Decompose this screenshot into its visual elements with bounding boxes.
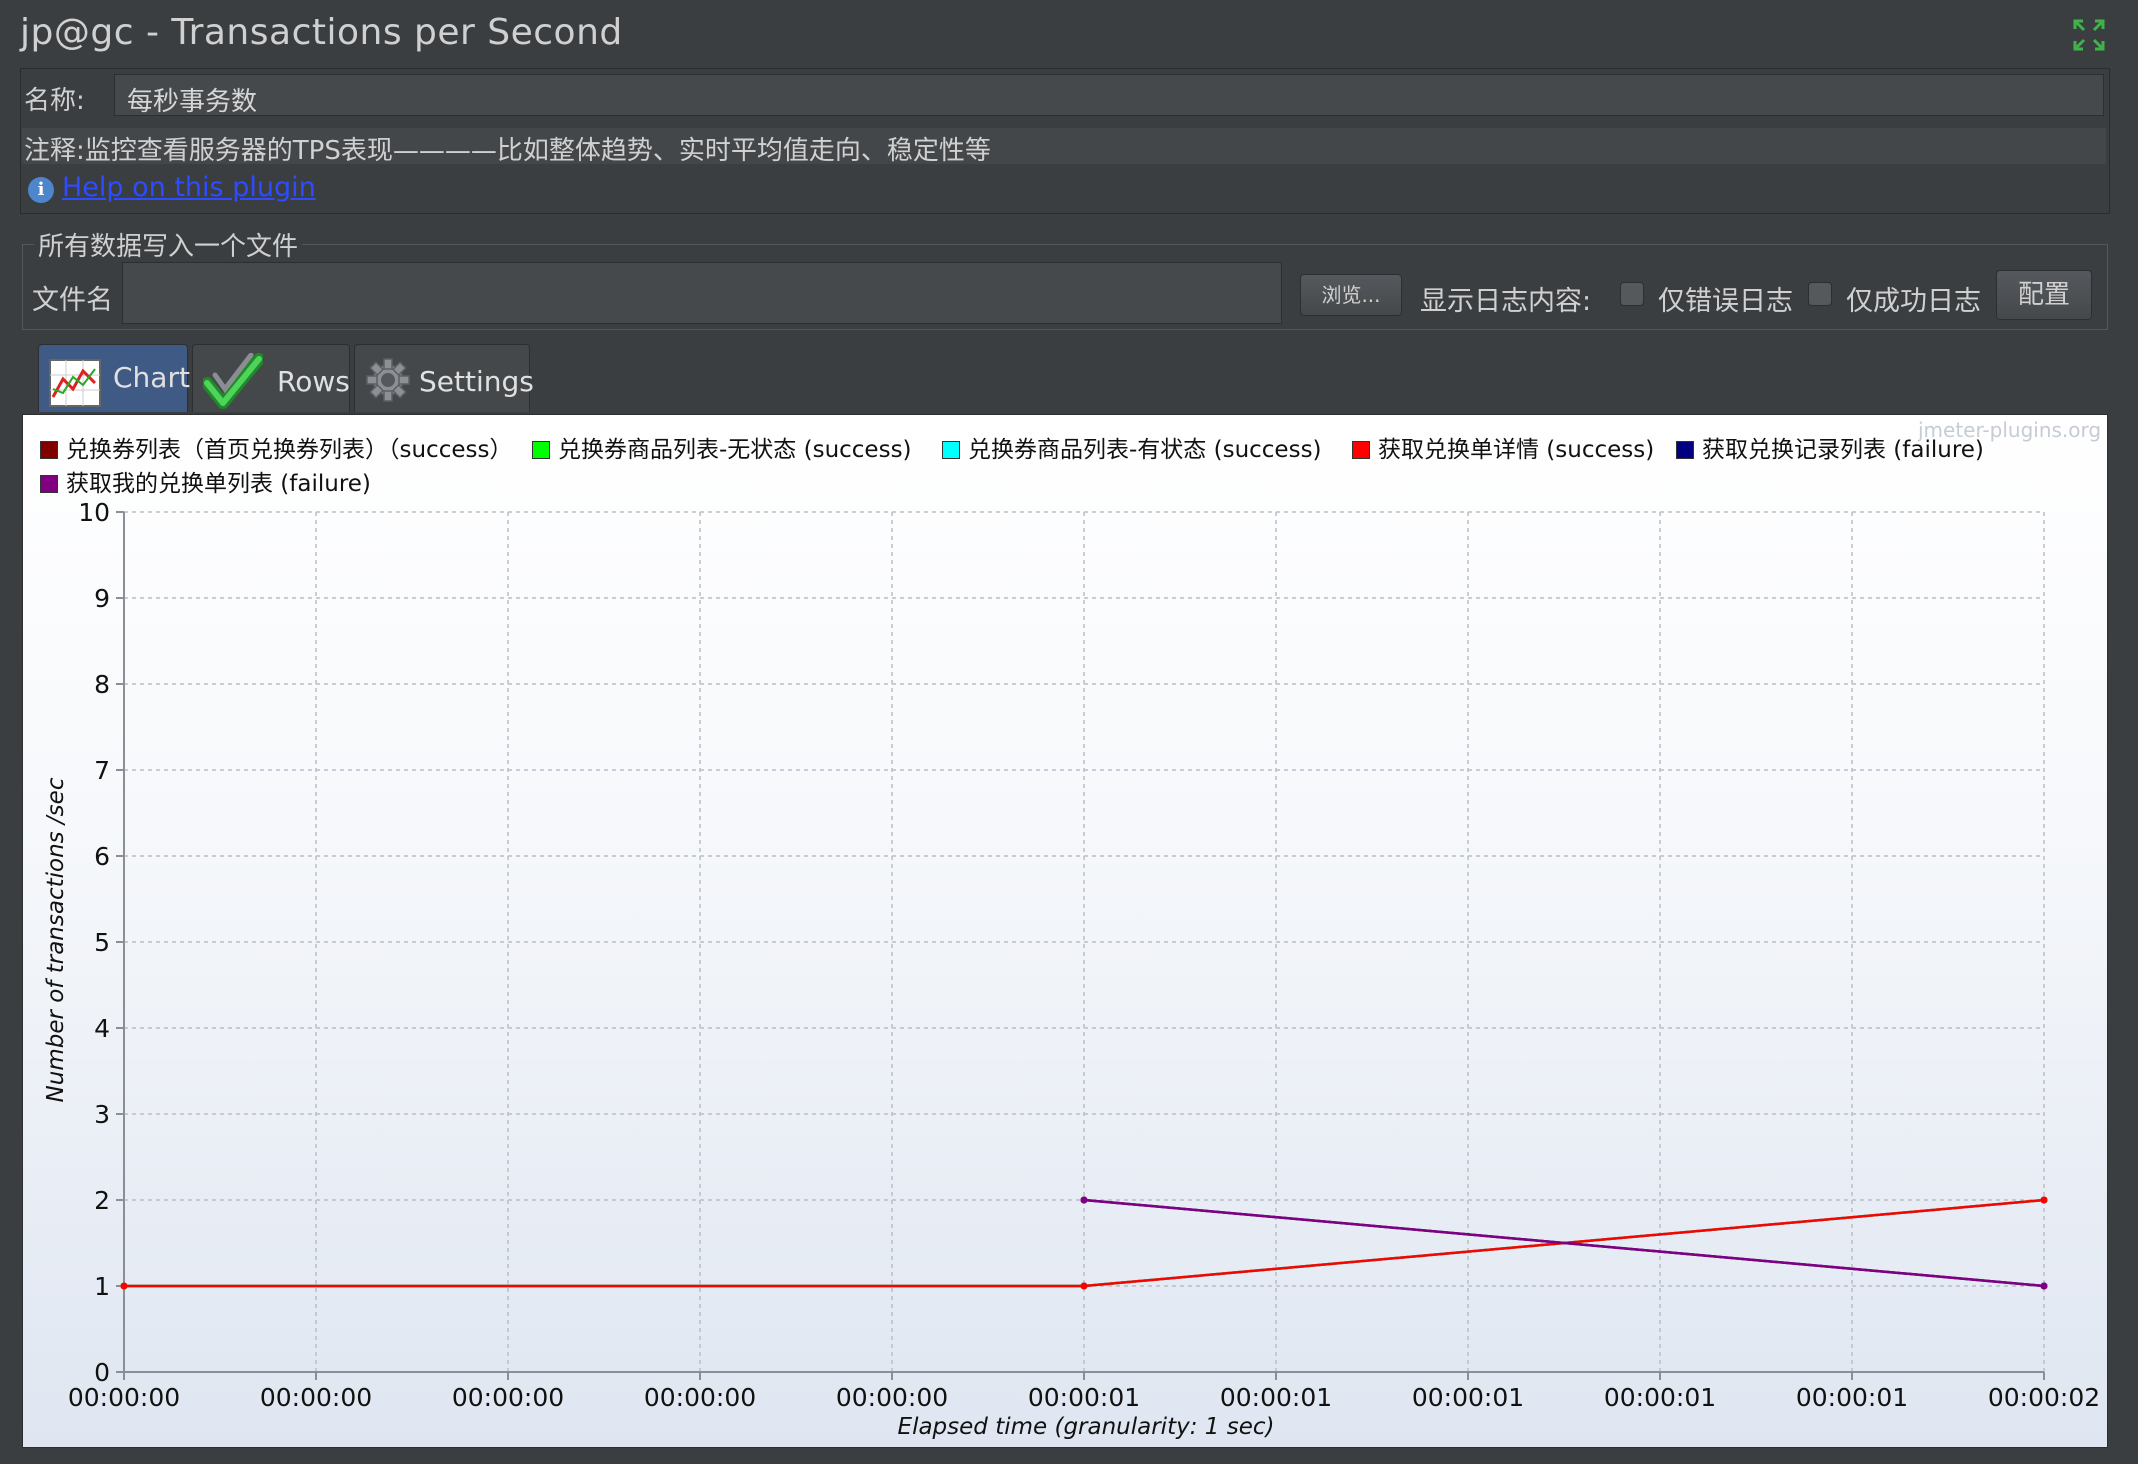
y-tick-label: 1 xyxy=(94,1272,110,1301)
x-tick-label: 00:00:01 xyxy=(1604,1383,1716,1412)
data-point xyxy=(2040,1196,2048,1204)
y-tick-label: 8 xyxy=(94,670,110,699)
x-tick-label: 00:00:01 xyxy=(1796,1383,1908,1412)
data-point xyxy=(120,1282,128,1290)
y-tick-label: 3 xyxy=(94,1100,110,1129)
y-tick-label: 9 xyxy=(94,584,110,613)
y-tick-label: 6 xyxy=(94,842,110,871)
x-axis-label: Elapsed time (granularity: 1 sec) xyxy=(897,1414,1275,1440)
x-tick-label: 00:00:00 xyxy=(644,1383,756,1412)
x-tick-label: 00:00:01 xyxy=(1028,1383,1140,1412)
y-tick-label: 2 xyxy=(94,1186,110,1215)
y-tick-label: 4 xyxy=(94,1014,110,1043)
x-tick-label: 00:00:01 xyxy=(1220,1383,1332,1412)
data-point xyxy=(1080,1282,1088,1290)
y-tick-label: 7 xyxy=(94,756,110,785)
data-point xyxy=(1080,1196,1088,1204)
x-tick-label: 00:00:00 xyxy=(68,1383,180,1412)
x-tick-label: 00:00:00 xyxy=(452,1383,564,1412)
y-axis-label: Number of transactions /sec xyxy=(43,777,69,1103)
x-tick-label: 00:00:00 xyxy=(260,1383,372,1412)
tps-chart: 01234567891000:00:00 00:00:00 00:00:00 00:0… xyxy=(68,498,2100,1412)
y-tick-label: 10 xyxy=(78,498,110,527)
x-tick-label: 00:00:01 xyxy=(1412,1383,1524,1412)
data-point xyxy=(2040,1282,2048,1290)
x-tick-label: 00:00:02 xyxy=(1988,1383,2100,1412)
x-tick-label: 00:00:00 xyxy=(836,1383,948,1412)
y-tick-label: 5 xyxy=(94,928,110,957)
